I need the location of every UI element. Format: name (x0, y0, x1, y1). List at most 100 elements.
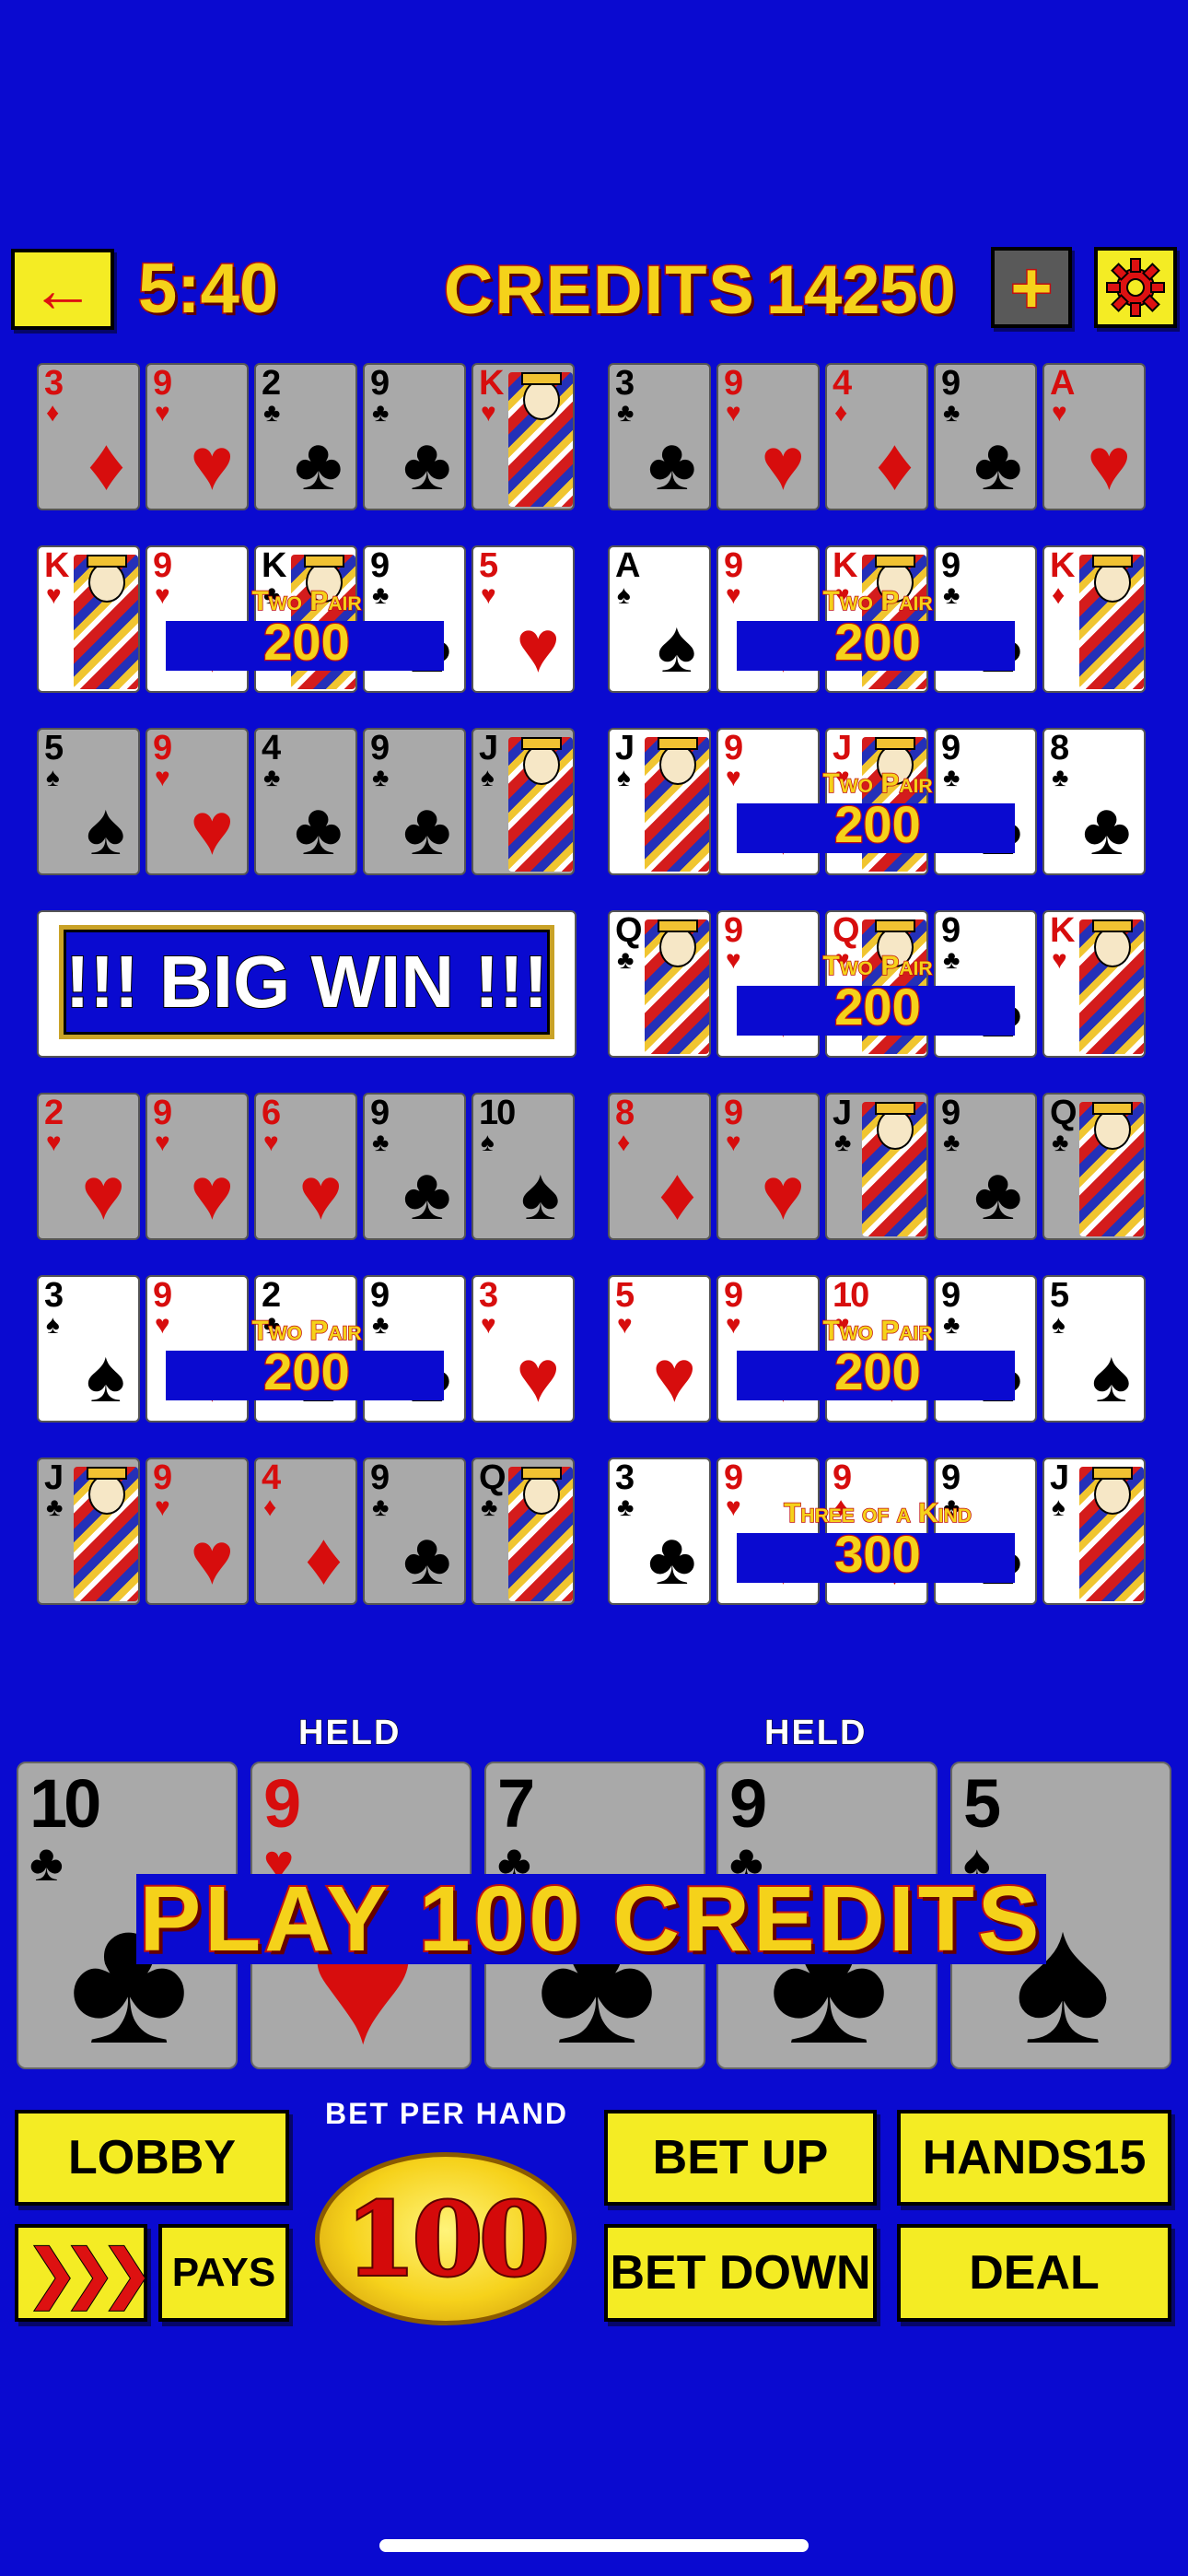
crown-icon (658, 919, 698, 932)
card-suit-icon: ♥ (155, 1128, 170, 1156)
deal-button[interactable]: DEAL (897, 2224, 1171, 2322)
card-suit-icon: ♥ (726, 1128, 741, 1156)
card-suit-icon: ♥ (155, 763, 170, 791)
card-suit-icon: ♦ (658, 1153, 696, 1235)
card-rank: 5 (479, 546, 498, 585)
card-rank: 9 (153, 546, 172, 585)
card-rank: Q (833, 911, 860, 950)
crown-icon (875, 919, 915, 932)
bet-per-hand-label: BET PER HAND (324, 2097, 568, 2130)
card-suit-icon: ♦ (46, 398, 60, 427)
card-rank: 9 (941, 546, 961, 585)
speed-button[interactable]: ❯❯❯ (15, 2224, 155, 2322)
card-suit-icon: ♥ (155, 398, 170, 427)
playing-card: 9♥♥ (716, 1093, 820, 1240)
card-rank: 5 (44, 729, 64, 767)
card-rank: 2 (44, 1094, 64, 1132)
playing-card: 2♣♣ (254, 363, 357, 510)
card-suit-icon: ♣ (943, 398, 961, 427)
card-rank: 8 (1050, 729, 1069, 767)
mini-hand: Q♣9♥♥Q♥9♣♣K♥Two Pair200 (608, 910, 1147, 1058)
playing-card: 2 ♥ ♥ (37, 1093, 140, 1240)
card-rank: 10 (479, 1094, 516, 1132)
hands-label: HANDS (922, 2131, 1093, 2184)
card-suit-icon: ♣ (263, 763, 281, 791)
card-suit-icon: ♠ (46, 763, 60, 791)
card-rank: 9 (941, 1094, 961, 1132)
mini-hand: 2 ♥ ♥ 9 ♥ ♥ 6 ♥ ♥ 9 ♣ ♣ 10 ♠ ♠ (37, 1093, 577, 1240)
credits-label: CREDITS (443, 251, 756, 330)
card-rank: 9 (370, 1276, 390, 1315)
card-suit-icon: ♠ (86, 788, 126, 870)
card-rank: 9 (941, 1276, 961, 1315)
card-rank: 9 (724, 1458, 743, 1497)
card-suit-icon: ♣ (29, 1833, 64, 1891)
playing-card: J ♠ (472, 728, 575, 875)
card-rank: 3 (479, 1276, 498, 1315)
win-amount: 200 (833, 612, 922, 673)
card-suit-icon: ♣ (834, 1128, 852, 1156)
card-rank: K (1050, 546, 1075, 585)
hands-value: 15 (1092, 2131, 1147, 2184)
crown-icon (875, 555, 915, 568)
mini-hand: 5 ♠ ♠ 9 ♥ ♥ 4 ♣ ♣ 9 ♣ ♣ J ♠ (37, 728, 577, 875)
crown-icon (87, 1467, 127, 1480)
mini-hand: 5♥♥9♥♥10♥♥9♣♣5♠♠Two Pair200 (608, 1275, 1147, 1423)
card-suit-icon: ♣ (402, 1517, 452, 1599)
hands-button[interactable]: HANDS 15 (897, 2110, 1171, 2206)
bet-coin[interactable]: 100 (315, 2152, 577, 2325)
card-rank: 9 (941, 1458, 961, 1497)
playing-card: 9♣♣ (363, 1458, 466, 1605)
card-rank: J (479, 729, 498, 767)
card-rank: Q (1050, 1094, 1077, 1132)
card-rank: 9 (153, 364, 172, 403)
crown-icon (87, 555, 127, 568)
home-indicator[interactable] (379, 2539, 809, 2552)
held-label: HELD (763, 1714, 868, 1753)
crown-icon (1092, 1467, 1133, 1480)
playing-card: 5 ♠ ♠ (37, 728, 140, 875)
card-suit-icon: ♥ (726, 398, 741, 427)
credits-value: 14250 (765, 251, 958, 330)
win-amount: 200 (262, 1341, 351, 1402)
crown-icon (304, 555, 344, 568)
card-rank: 3 (615, 364, 635, 403)
card-rank: 9 (153, 1094, 172, 1132)
crown-icon (1092, 555, 1133, 568)
card-suit-icon: ♥ (761, 1153, 806, 1235)
card-rank: K (1050, 911, 1075, 950)
back-button[interactable]: ← (11, 249, 114, 330)
playing-card: 9♥♥ (146, 728, 249, 875)
crown-icon (875, 737, 915, 750)
mini-hand: 8 ♦ ♦ 9 ♥ ♥ J ♣ 9 ♣ ♣ Q ♣ (608, 1093, 1147, 1240)
playing-card: 4 ♦ ♦ (254, 1458, 357, 1605)
card-suit-icon: ♥ (190, 1517, 235, 1599)
mini-hand: 3♣♣9♥♥9♦♦9♣♣J♠Three of a Kind300 (608, 1458, 1147, 1605)
card-suit-icon: ♣ (973, 423, 1023, 505)
card-suit-icon: ♥ (1087, 423, 1132, 505)
card-rank: 4 (262, 729, 281, 767)
bet-up-button[interactable]: BET UP (604, 2110, 877, 2206)
mini-hand: K♥9♥♥K♣9♣♣5♥♥Two Pair200 (37, 545, 577, 693)
held-label: HELD (297, 1714, 402, 1753)
fast-forward-icon: ❯❯❯ (24, 2236, 155, 2310)
win-amount: 200 (262, 612, 351, 673)
lobby-button[interactable]: LOBBY (15, 2110, 289, 2206)
settings-button[interactable] (1094, 247, 1177, 328)
win-amount: 200 (833, 1341, 922, 1402)
card-rank: A (1050, 364, 1075, 403)
bet-down-button[interactable]: BET DOWN (604, 2224, 877, 2322)
crown-icon (1092, 1102, 1133, 1115)
card-suit-icon: ♥ (81, 1153, 126, 1235)
card-suit-icon: ♣ (402, 1153, 452, 1235)
playing-card: 9♣♣ (934, 1093, 1037, 1240)
add-credits-button[interactable]: + (991, 247, 1072, 328)
card-rank: J (833, 1094, 852, 1132)
pays-button[interactable]: PAYS (158, 2224, 289, 2322)
card-rank: A (615, 546, 640, 585)
card-suit-icon: ♣ (973, 1153, 1023, 1235)
crown-icon (875, 1102, 915, 1115)
card-rank: 9 (263, 1765, 301, 1842)
card-suit-icon: ♥ (190, 1153, 235, 1235)
playing-card: 9♣♣ (363, 1093, 466, 1240)
